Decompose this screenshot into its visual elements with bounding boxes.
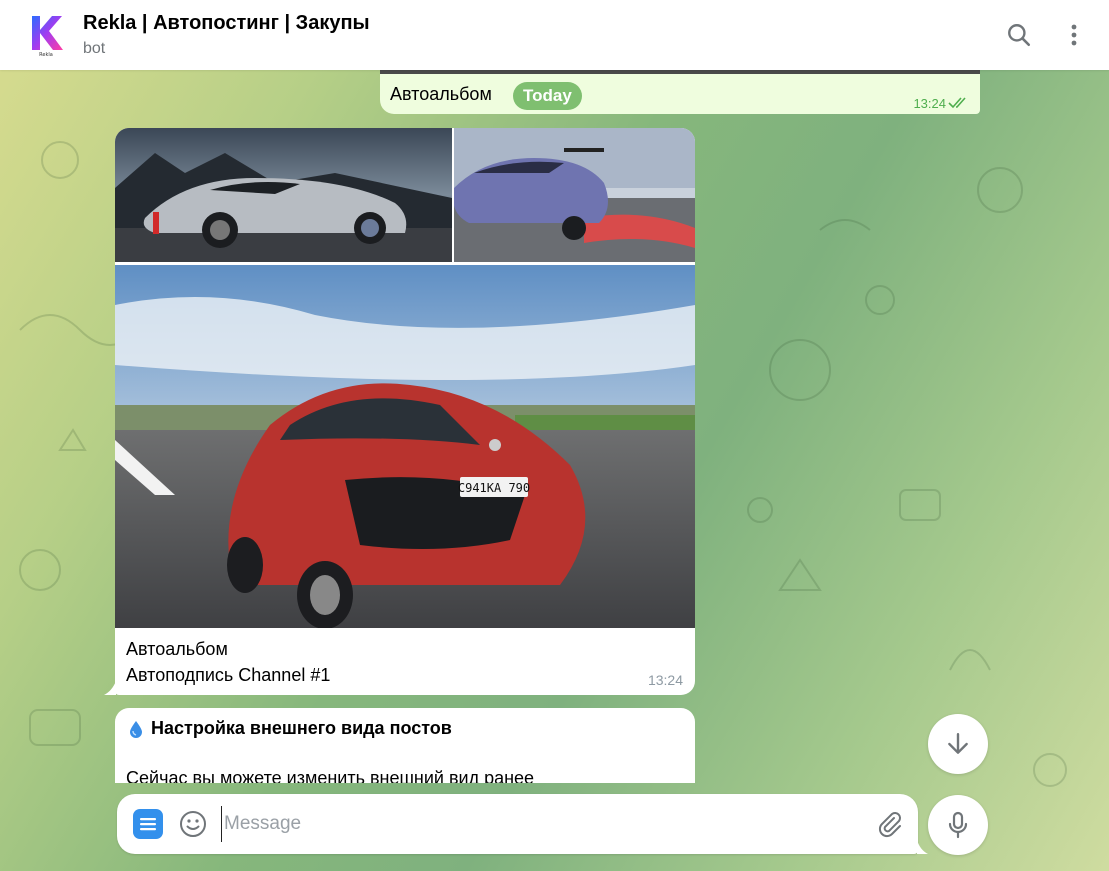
chat-title-block[interactable]: Rekla | Автопостинг | Закупы bot	[83, 11, 370, 60]
search-button[interactable]	[999, 15, 1039, 55]
avatar-caption: Rekla	[39, 52, 53, 58]
double-check-icon	[948, 97, 966, 109]
scroll-to-bottom-button[interactable]	[928, 714, 988, 774]
album-photo-red-sedan[interactable]: С941КА 790	[115, 265, 695, 628]
license-plate: С941КА 790	[458, 481, 530, 495]
album-message[interactable]: С941КА 790 Автоальбом Автоподпись Channe…	[104, 128, 695, 695]
emoji-icon[interactable]	[177, 808, 209, 840]
album-photos: С941КА 790	[115, 128, 695, 628]
more-menu-button[interactable]	[1054, 15, 1094, 55]
rekla-logo-icon: Rekla	[32, 16, 63, 58]
menu-icon	[140, 818, 156, 831]
chat-header: Rekla Rekla | Автопостинг | Закупы bot	[0, 0, 1109, 70]
bot-menu-button[interactable]	[133, 809, 163, 839]
search-icon	[1008, 24, 1031, 47]
more-vertical-icon	[1071, 24, 1077, 46]
album-photo-silver-supercar[interactable]	[115, 128, 452, 262]
chat-subtitle: bot	[83, 40, 106, 57]
album-caption-line2: Автоподпись Channel #1	[126, 665, 331, 685]
settings-message-body: Сейчас вы можете изменить внешний вид ра…	[126, 768, 535, 783]
outgoing-message-time: 13:24	[913, 96, 946, 111]
settings-message-title-row: Настройка внешнего вида постов	[129, 718, 452, 739]
arrow-down-icon	[948, 733, 968, 754]
today-badge: Today	[513, 82, 582, 110]
voice-message-button[interactable]	[928, 795, 988, 855]
settings-message[interactable]: Настройка внешнего вида постов Сейчас вы…	[115, 708, 695, 783]
settings-message-title: Настройка внешнего вида постов	[151, 718, 452, 738]
outgoing-message-text: Автоальбом	[390, 84, 492, 104]
chat-title: Rekla | Автопостинг | Закупы	[83, 12, 370, 34]
album-caption-line1: Автоальбом	[126, 639, 228, 659]
album-message-time: 13:24	[647, 672, 683, 688]
paperclip-icon[interactable]	[873, 808, 905, 840]
album-photo-purple-supercar[interactable]	[454, 128, 695, 262]
composer-tail	[917, 840, 928, 854]
message-input[interactable]	[221, 806, 861, 842]
outgoing-message[interactable]: Автоальбом Today 13:24	[380, 70, 980, 114]
bubble-tail	[104, 681, 116, 695]
droplet-icon	[130, 720, 142, 738]
bot-avatar[interactable]: Rekla	[22, 10, 70, 58]
microphone-icon	[948, 811, 968, 839]
message-composer	[117, 794, 928, 854]
album-caption: Автоальбом Автоподпись Channel #1	[126, 636, 330, 688]
